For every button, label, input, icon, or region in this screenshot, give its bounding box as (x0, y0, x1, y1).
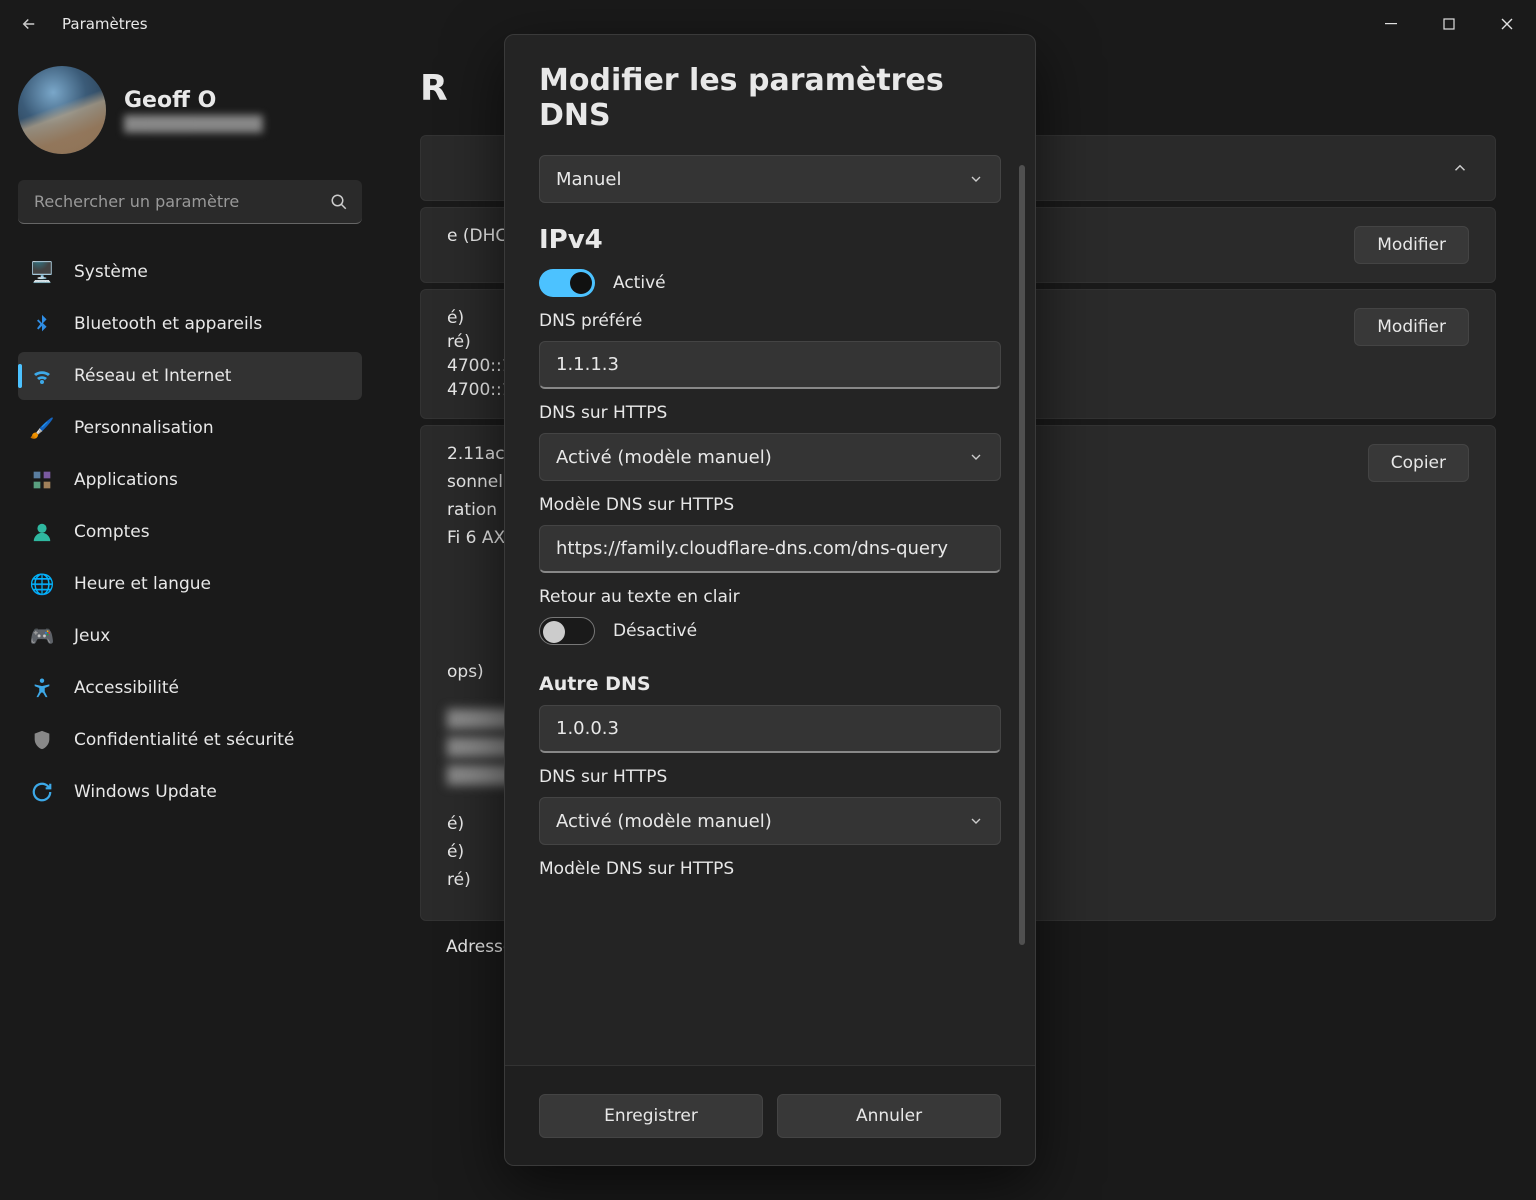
alt-dns-input[interactable]: 1.0.0.3 (539, 705, 1001, 753)
chevron-down-icon (968, 813, 984, 829)
dns-settings-modal: Modifier les paramètres DNS Manuel IPv4 … (504, 34, 1036, 1166)
scrollbar[interactable] (1019, 165, 1025, 945)
modal-title: Modifier les paramètres DNS (539, 63, 1001, 133)
save-button[interactable]: Enregistrer (539, 1094, 763, 1138)
doh-template-input[interactable]: https://family.cloudflare-dns.com/dns-qu… (539, 525, 1001, 573)
ipv4-toggle-label: Activé (613, 273, 666, 293)
cancel-button[interactable]: Annuler (777, 1094, 1001, 1138)
alt-dns-label: Autre DNS (539, 673, 1001, 695)
cleartext-fallback-label: Retour au texte en clair (539, 587, 1001, 607)
cleartext-toggle[interactable] (539, 617, 595, 645)
cleartext-toggle-label: Désactivé (613, 621, 697, 641)
ipv4-section-title: IPv4 (539, 225, 1001, 255)
doh2-label: DNS sur HTTPS (539, 767, 1001, 787)
select-value: Manuel (556, 169, 621, 190)
dns-mode-select[interactable]: Manuel (539, 155, 1001, 203)
doh-label: DNS sur HTTPS (539, 403, 1001, 423)
chevron-down-icon (968, 449, 984, 465)
doh2-template-label: Modèle DNS sur HTTPS (539, 859, 1001, 879)
preferred-dns-input[interactable]: 1.1.1.3 (539, 341, 1001, 389)
modal-backdrop: Modifier les paramètres DNS Manuel IPv4 … (0, 0, 1536, 1200)
doh2-select[interactable]: Activé (modèle manuel) (539, 797, 1001, 845)
select-value: Activé (modèle manuel) (556, 447, 772, 468)
preferred-dns-label: DNS préféré (539, 311, 1001, 331)
doh-select[interactable]: Activé (modèle manuel) (539, 433, 1001, 481)
chevron-down-icon (968, 171, 984, 187)
ipv4-toggle[interactable] (539, 269, 595, 297)
select-value: Activé (modèle manuel) (556, 811, 772, 832)
doh-template-label: Modèle DNS sur HTTPS (539, 495, 1001, 515)
modal-footer: Enregistrer Annuler (505, 1065, 1035, 1165)
